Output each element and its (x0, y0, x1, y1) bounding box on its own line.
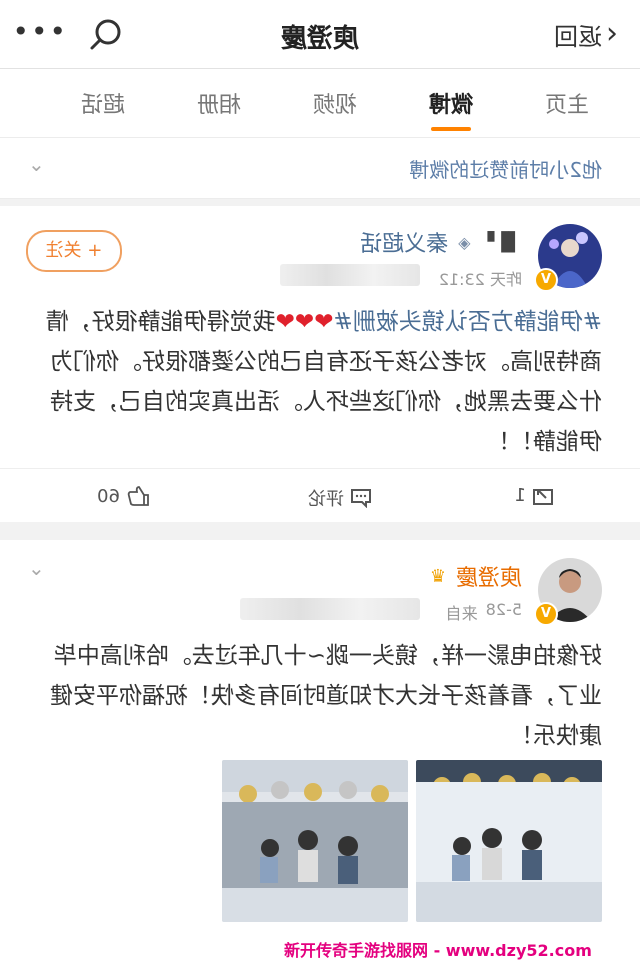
user-level-icon: ▐▌▘ (480, 231, 522, 253)
liked-posts-header[interactable]: 他2小时前赞过的微博 ⌄ (0, 138, 640, 199)
post-action-row: 1 评论 60 (0, 468, 640, 525)
liked-header-text: 他2小时前赞过的微博 (409, 158, 602, 182)
fan-badge-icon: ◈ (458, 232, 471, 252)
repost-button[interactable]: 1 (515, 485, 554, 506)
search-icon[interactable] (86, 14, 126, 54)
post-author-row: 庾澄慶 ♛ (430, 560, 522, 592)
verified-badge-icon: V (534, 602, 558, 626)
post-photo[interactable] (222, 760, 408, 922)
tab-super-topic[interactable]: 超话 (68, 87, 138, 119)
post-body: 好像拍电影一样，镜头一跳~十几年过去。哈利高中毕业了，看着孩子长大才知道时间有多… (50, 643, 602, 749)
repost-icon (533, 488, 553, 505)
profile-tabs: 主页 微博 视频 相册 超话 (0, 69, 640, 138)
repost-count: 1 (514, 485, 526, 506)
comment-button[interactable]: 评论 (308, 485, 372, 511)
post-username[interactable]: 庾澄慶 (456, 560, 522, 592)
follow-button[interactable]: + 关注 (26, 230, 122, 272)
chevron-down-icon[interactable]: ⌄ (28, 556, 45, 580)
site-watermark: 新开传奇手游找服网 - www.dzy52.com (270, 938, 640, 963)
post-author-row: ▐▌▘ ◈ 秦义超话 (360, 226, 522, 258)
like-count: 60 (97, 485, 120, 507)
like-button[interactable]: 60 (97, 485, 150, 507)
post-photo[interactable] (416, 760, 602, 922)
post-timestamp: 5-28 (485, 600, 522, 619)
like-icon (127, 486, 149, 506)
tab-home[interactable]: 主页 (532, 87, 602, 119)
post-timestamp: 昨天 23:12 (438, 270, 522, 289)
post-source-prefix: 来自 (445, 604, 478, 623)
mirrored-screen: ‹ 返回 庾澄慶 ••• 主页 微博 视频 相册 超话 他2小时前赞过的微博 ⌄ (0, 0, 640, 963)
verified-badge-icon: V (534, 268, 558, 292)
topic-link[interactable]: #伊能静方否认镜头被删# (333, 309, 602, 335)
tab-album[interactable]: 相册 (184, 87, 254, 119)
chevron-down-icon[interactable]: ⌄ (28, 152, 45, 176)
comment-icon (351, 489, 371, 508)
blurred-source (240, 598, 420, 620)
heart-emojis: ❤❤❤ (275, 309, 334, 335)
crown-icon: ♛ (429, 565, 446, 587)
post-body: #伊能静方否认镜头被删#❤❤❤我觉得伊能静很好，情商特别高。对老公孩子还有自己的… (32, 302, 602, 462)
blurred-source (280, 264, 420, 286)
post-meta: 5-28 来自 (446, 600, 522, 624)
more-icon[interactable]: ••• (10, 15, 66, 48)
post-username[interactable]: 秦义超话 (360, 226, 448, 258)
active-tab-indicator (431, 127, 471, 131)
post-card: V 庾澄慶 ♛ 5-28 来自 ⌄ 好像拍电影一样，镜头一跳~十几年过去。哈利高… (0, 540, 640, 963)
comment-label: 评论 (308, 489, 344, 510)
tab-video[interactable]: 视频 (300, 87, 370, 119)
tab-weibo[interactable]: 微博 (416, 87, 486, 119)
post-card: V ▐▌▘ ◈ 秦义超话 昨天 23:12 + 关注 #伊能静方否认镜头被删#❤… (0, 206, 640, 525)
top-nav-bar: ‹ 返回 庾澄慶 ••• (0, 0, 640, 69)
